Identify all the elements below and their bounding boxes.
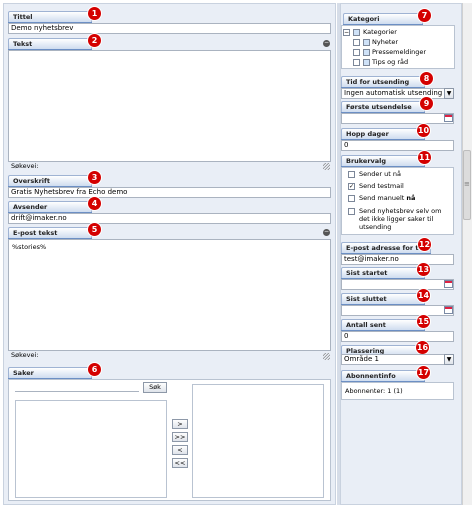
epost-tekst-editor[interactable]: %stories% [8, 239, 331, 351]
tree-expander-icon[interactable]: − [343, 29, 350, 36]
forste-label: Første utsendelse [341, 101, 425, 114]
badge-9: 9 [420, 97, 433, 110]
badge-1: 1 [88, 7, 101, 20]
sist-startet-input[interactable] [341, 279, 454, 290]
badge-8: 8 [420, 72, 433, 85]
tree-item-nyheter[interactable]: Nyheter [372, 38, 398, 46]
hopp-label: Hopp dager [341, 128, 425, 141]
badge-13: 13 [417, 263, 430, 276]
calendar-icon[interactable] [444, 114, 453, 122]
saker-selected-list[interactable] [192, 384, 324, 498]
saker-available-list[interactable] [15, 400, 167, 498]
send-testmail-checkbox[interactable]: ✓ [348, 183, 355, 190]
tree-expander-icon[interactable] [353, 59, 360, 66]
badge-11: 11 [418, 151, 431, 164]
tree-checkbox-pressemeldinger[interactable] [363, 49, 370, 56]
avsender-label: Avsender [8, 201, 92, 214]
abonnent-label: Abonnentinfo [341, 370, 425, 383]
sender-ut-checkbox[interactable] [348, 171, 355, 178]
send-manuelt-label: Send manuelt nå [359, 194, 416, 202]
badge-17: 17 [417, 366, 430, 379]
badge-10: 10 [417, 124, 430, 137]
saker-label: Saker [8, 367, 92, 380]
badge-16: 16 [416, 341, 429, 354]
sist-startet-label: Sist startet [341, 267, 425, 280]
tid-label: Tid for utsending [341, 76, 425, 89]
collapse-icon[interactable]: − [323, 229, 330, 236]
test-email-input[interactable]: test@imaker.no [341, 254, 454, 265]
folder-icon [353, 29, 360, 36]
badge-14: 14 [417, 289, 430, 302]
move-all-right-button[interactable]: >> [172, 432, 188, 442]
sist-sluttet-label: Sist sluttet [341, 293, 425, 306]
calendar-icon[interactable] [444, 280, 453, 288]
overskrift-label: Overskrift [8, 175, 92, 188]
resize-handle-icon[interactable] [323, 353, 330, 360]
chevron-down-icon[interactable]: ▼ [444, 354, 454, 365]
sist-sluttet-input[interactable] [341, 305, 454, 316]
antall-input[interactable]: 0 [341, 331, 454, 342]
tekst-path-label: Søkevei: [11, 162, 39, 170]
tittel-input[interactable]: Demo nyhetsbrev [8, 23, 331, 34]
tree-item-pressemeldinger[interactable]: Pressemeldinger [372, 48, 426, 56]
epost-tekst-label: E-post tekst [8, 227, 92, 240]
tree-item-tips[interactable]: Tips og råd [372, 58, 408, 66]
badge-4: 4 [88, 197, 101, 210]
abonnent-value: Abonnenter: 1 (1) [345, 387, 403, 395]
send-manuelt-checkbox[interactable] [348, 195, 355, 202]
antall-label: Antall sent [341, 319, 425, 332]
tree-expander-icon[interactable] [353, 49, 360, 56]
saker-search-input[interactable] [15, 383, 139, 392]
tree-checkbox-nyheter[interactable] [363, 39, 370, 46]
badge-12: 12 [418, 238, 431, 251]
resize-handle-icon[interactable] [323, 163, 330, 170]
send-selv-om-checkbox[interactable] [348, 208, 355, 215]
badge-15: 15 [417, 315, 430, 328]
tekst-editor[interactable] [8, 50, 331, 162]
calendar-icon[interactable] [444, 306, 453, 314]
overskrift-input[interactable]: Gratis Nyhetsbrev fra Echo demo [8, 187, 331, 198]
tree-expander-icon[interactable] [353, 39, 360, 46]
hopp-input[interactable]: 0 [341, 140, 454, 151]
badge-3: 3 [88, 171, 101, 184]
tekst-label: Tekst [8, 38, 92, 51]
forste-input[interactable] [341, 113, 454, 124]
badge-7: 7 [418, 9, 431, 22]
chevron-down-icon[interactable]: ▼ [444, 88, 454, 99]
send-selv-om-label: Send nyhetsbrev selv om det ikke ligger … [359, 207, 442, 231]
move-all-left-button[interactable]: << [172, 458, 188, 468]
scrollbar[interactable] [462, 3, 472, 505]
tree-root-label[interactable]: Kategorier [363, 28, 397, 36]
search-button[interactable]: Søk [143, 382, 167, 393]
kategori-label: Kategori [343, 13, 423, 26]
collapse-icon[interactable]: − [323, 40, 330, 47]
tree-checkbox-tips[interactable] [363, 59, 370, 66]
epost-path-label: Søkevei: [11, 351, 39, 359]
move-right-button[interactable]: > [172, 419, 188, 429]
badge-5: 5 [88, 223, 101, 236]
badge-6: 6 [88, 363, 101, 376]
brukervalg-label: Brukervalg [341, 155, 425, 168]
tittel-label: Tittel [8, 11, 92, 24]
avsender-input[interactable]: drift@imaker.no [8, 213, 331, 224]
sender-ut-label: Sender ut nå [359, 170, 401, 178]
move-left-button[interactable]: < [172, 445, 188, 455]
badge-2: 2 [88, 34, 101, 47]
plassering-select[interactable]: Område 1 [341, 354, 445, 365]
scroll-grip-icon: ≡ [464, 180, 470, 188]
send-testmail-label: Send testmail [359, 182, 404, 190]
